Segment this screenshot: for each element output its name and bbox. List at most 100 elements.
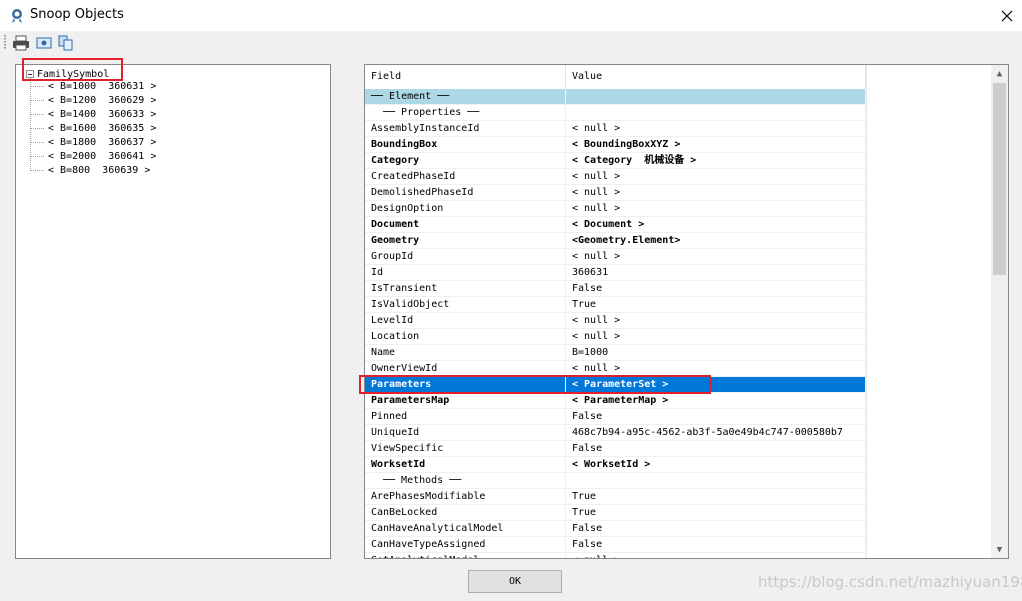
tree-item[interactable]: < B=1000 360631 > <box>30 79 156 93</box>
field-cell[interactable]: CreatedPhaseId <box>365 169 566 185</box>
grid-row[interactable]: Category < Category 机械设备 > <box>365 153 866 169</box>
grid-row[interactable]: WorksetId < WorksetId > <box>365 457 866 473</box>
field-cell[interactable]: CanBeLocked <box>365 505 566 521</box>
field-cell[interactable]: ── Methods ── <box>365 473 566 489</box>
grid-row[interactable]: ViewSpecific False <box>365 441 866 457</box>
field-cell[interactable]: BoundingBox <box>365 137 566 153</box>
column-header-value[interactable]: Value <box>566 65 866 89</box>
grid-row[interactable]: CanHaveTypeAssigned False <box>365 537 866 553</box>
toolbar-grip[interactable] <box>4 35 6 50</box>
tree-item[interactable]: < B=2000 360641 > <box>30 149 156 163</box>
vertical-scrollbar[interactable]: ▲ ▼ <box>991 65 1008 558</box>
value-cell[interactable]: < null > <box>566 121 866 137</box>
value-cell[interactable]: < null > <box>566 169 866 185</box>
grid-row[interactable]: CanHaveAnalyticalModel False <box>365 521 866 537</box>
field-cell[interactable]: DesignOption <box>365 201 566 217</box>
field-cell[interactable]: Geometry <box>365 233 566 249</box>
value-cell[interactable]: True <box>566 505 866 521</box>
grid-row[interactable]: GetAnalyticalModel< null > <box>365 553 866 558</box>
field-cell[interactable]: CanHaveTypeAssigned <box>365 537 566 553</box>
value-cell[interactable]: True <box>566 489 866 505</box>
field-cell[interactable]: GetAnalyticalModel <box>365 553 566 558</box>
tree-item-label[interactable]: < B=1000 360631 > <box>48 81 156 92</box>
field-cell[interactable]: Location <box>365 329 566 345</box>
grid-row[interactable]: Pinned False <box>365 409 866 425</box>
value-cell[interactable]: True <box>566 297 866 313</box>
value-cell[interactable]: < null > <box>566 201 866 217</box>
grid-row[interactable]: ArePhasesModifiable True <box>365 489 866 505</box>
value-cell[interactable]: < WorksetId > <box>566 457 866 473</box>
grid-row[interactable]: CanBeLocked True <box>365 505 866 521</box>
value-cell[interactable]: < null > <box>566 553 866 558</box>
field-cell[interactable]: ViewSpecific <box>365 441 566 457</box>
tree-item-label[interactable]: < B=1800 360637 > <box>48 137 156 148</box>
tree-item-label[interactable]: < B=1600 360635 > <box>48 123 156 134</box>
tree-item[interactable]: < B=800 360639 > <box>30 163 150 177</box>
column-header-field[interactable]: Field <box>365 65 566 89</box>
grid-row[interactable]: Geometry <Geometry.Element> <box>365 233 866 249</box>
value-cell[interactable] <box>566 89 866 105</box>
scrollbar-thumb[interactable] <box>993 83 1006 275</box>
tree-item-label[interactable]: < B=1200 360629 > <box>48 95 156 106</box>
grid-row[interactable]: IsTransient False <box>365 281 866 297</box>
grid-row[interactable]: BoundingBox < BoundingBoxXYZ > <box>365 137 866 153</box>
grid-row[interactable]: ── Properties ── <box>365 105 866 121</box>
field-cell[interactable]: GroupId <box>365 249 566 265</box>
value-cell[interactable]: False <box>566 537 866 553</box>
grid-row[interactable]: AssemblyInstanceId < null > <box>365 121 866 137</box>
value-cell[interactable]: < ParameterMap > <box>566 393 866 409</box>
value-cell[interactable]: False <box>566 281 866 297</box>
field-cell[interactable]: ── Element ── <box>365 89 566 105</box>
field-cell[interactable]: ArePhasesModifiable <box>365 489 566 505</box>
value-cell[interactable]: B=1000 <box>566 345 866 361</box>
value-cell[interactable]: < null > <box>566 329 866 345</box>
value-cell[interactable]: < Document > <box>566 217 866 233</box>
scroll-down-icon[interactable]: ▼ <box>991 541 1008 558</box>
tree-item[interactable]: < B=1200 360629 > <box>30 93 156 107</box>
grid-row[interactable]: DemolishedPhaseId < null > <box>365 185 866 201</box>
tree-item-label[interactable]: < B=1400 360633 > <box>48 109 156 120</box>
property-grid[interactable]: Field Value ── Element ── ── Properties ─… <box>364 64 1009 559</box>
close-button[interactable] <box>992 0 1022 31</box>
field-cell[interactable]: DemolishedPhaseId <box>365 185 566 201</box>
tree-item-label[interactable]: < B=800 360639 > <box>48 165 150 176</box>
value-cell[interactable]: False <box>566 409 866 425</box>
field-cell[interactable]: LevelId <box>365 313 566 329</box>
copy-icon[interactable] <box>57 34 75 52</box>
grid-row[interactable]: Name B=1000 <box>365 345 866 361</box>
print-icon[interactable] <box>12 34 30 52</box>
grid-row[interactable]: Id 360631 <box>365 265 866 281</box>
value-cell[interactable]: < null > <box>566 249 866 265</box>
ok-button[interactable]: OK <box>468 570 562 593</box>
grid-row[interactable]: ── Methods ── <box>365 473 866 489</box>
value-cell[interactable] <box>566 473 866 489</box>
tree-item[interactable]: < B=1600 360635 > <box>30 121 156 135</box>
grid-row[interactable]: Location < null > <box>365 329 866 345</box>
value-cell[interactable]: < Category 机械设备 > <box>566 153 866 169</box>
field-cell[interactable]: WorksetId <box>365 457 566 473</box>
field-cell[interactable]: Name <box>365 345 566 361</box>
value-cell[interactable]: < BoundingBoxXYZ > <box>566 137 866 153</box>
print-preview-icon[interactable] <box>35 34 53 52</box>
value-cell[interactable] <box>566 105 866 121</box>
value-cell[interactable]: < null > <box>566 185 866 201</box>
grid-row[interactable]: DesignOption < null > <box>365 201 866 217</box>
field-cell[interactable]: AssemblyInstanceId <box>365 121 566 137</box>
field-cell[interactable]: UniqueId <box>365 425 566 441</box>
field-cell[interactable]: Id <box>365 265 566 281</box>
field-cell[interactable]: Category <box>365 153 566 169</box>
tree-item-label[interactable]: < B=2000 360641 > <box>48 151 156 162</box>
grid-row[interactable]: ── Element ── <box>365 89 866 105</box>
grid-row[interactable]: LevelId < null > <box>365 313 866 329</box>
grid-row[interactable]: CreatedPhaseId < null > <box>365 169 866 185</box>
grid-row[interactable]: UniqueId 468c7b94-a95c-4562-ab3f-5a0e49b4… <box>365 425 866 441</box>
value-cell[interactable]: <Geometry.Element> <box>566 233 866 249</box>
grid-row[interactable]: GroupId < null > <box>365 249 866 265</box>
value-cell[interactable]: False <box>566 521 866 537</box>
value-cell[interactable]: 360631 <box>566 265 866 281</box>
value-cell[interactable]: False <box>566 441 866 457</box>
grid-row[interactable]: IsValidObject True <box>365 297 866 313</box>
grid-row[interactable]: Document < Document > <box>365 217 866 233</box>
field-cell[interactable]: CanHaveAnalyticalModel <box>365 521 566 537</box>
object-tree[interactable]: FamilySymbol < B=1000 360631 > < B=1200 … <box>15 64 331 559</box>
